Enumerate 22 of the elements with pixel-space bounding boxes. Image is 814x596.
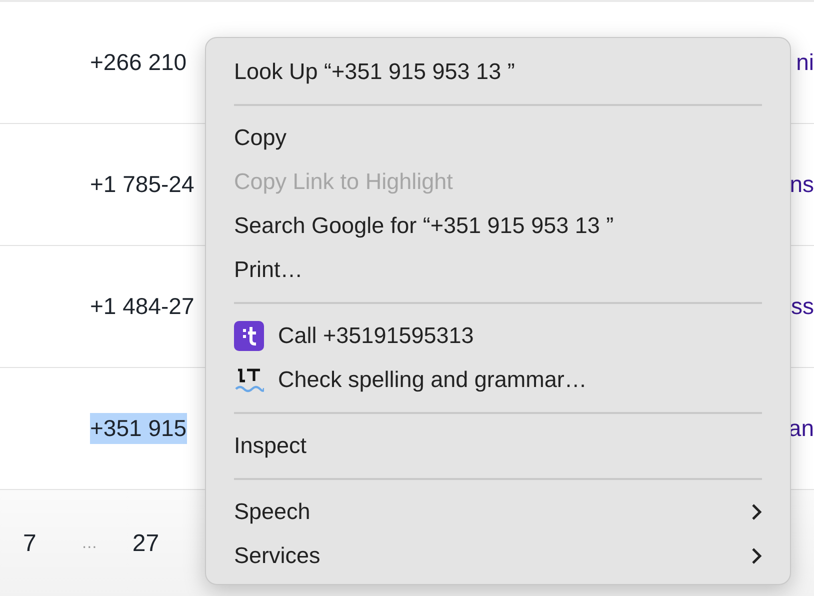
page-link[interactable]: 27 bbox=[132, 530, 160, 558]
menu-item[interactable]: Services bbox=[234, 534, 762, 578]
phone-number: +1 484-27 bbox=[90, 292, 194, 321]
menu-item[interactable]: Call +35191595313 bbox=[234, 314, 762, 358]
chevron-right-icon bbox=[750, 503, 762, 521]
app-icon bbox=[234, 321, 264, 351]
menu-item[interactable]: Speech bbox=[234, 490, 762, 534]
menu-item[interactable]: Look Up “+351 915 953 13 ” bbox=[234, 50, 762, 94]
link-text[interactable]: ss bbox=[791, 293, 814, 320]
phone-number: +266 210 bbox=[90, 48, 187, 77]
menu-item[interactable]: Search Google for “+351 915 953 13 ” bbox=[234, 204, 762, 248]
chevron-right-icon bbox=[750, 547, 762, 565]
page-link[interactable]: 7 bbox=[23, 530, 36, 558]
menu-item[interactable]: Print… bbox=[234, 248, 762, 292]
phone-number: +1 785-24 bbox=[90, 170, 194, 199]
link-text[interactable]: ns bbox=[790, 171, 814, 198]
phone-number: +351 915 bbox=[90, 413, 187, 444]
menu-item[interactable]: Copy bbox=[234, 116, 762, 160]
menu-item[interactable]: Check spelling and grammar… bbox=[234, 358, 762, 402]
page-ellipsis: … bbox=[81, 534, 98, 552]
menu-item[interactable]: Inspect bbox=[234, 424, 762, 468]
link-text[interactable]: ni bbox=[796, 49, 814, 76]
